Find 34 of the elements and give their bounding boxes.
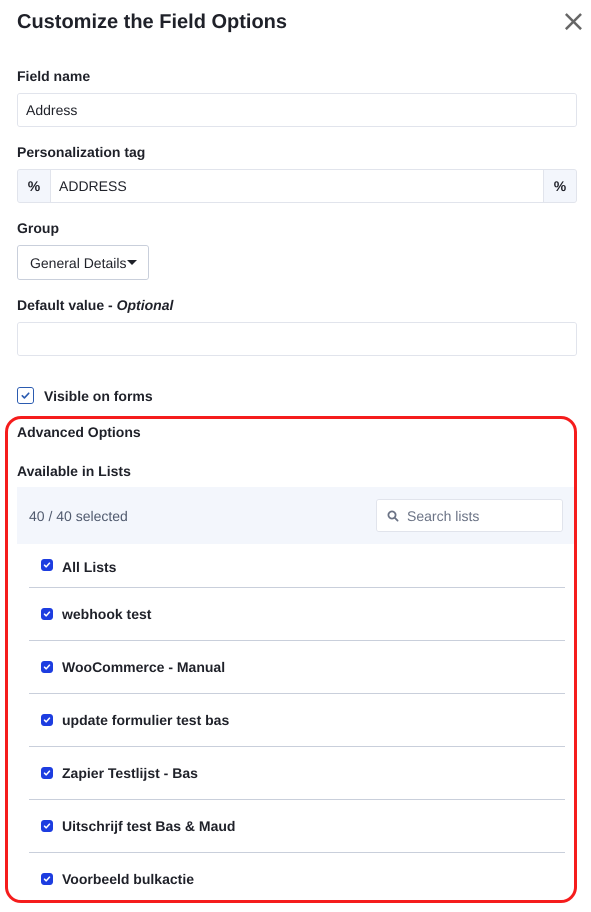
checkbox[interactable] bbox=[41, 873, 53, 885]
checkbox[interactable] bbox=[41, 767, 53, 779]
section-title: Advanced Options bbox=[17, 424, 142, 440]
checkbox[interactable] bbox=[41, 714, 53, 726]
selected-count: 40 / 40 selected bbox=[29, 508, 128, 524]
checkbox[interactable] bbox=[41, 559, 53, 571]
field-label: Default value - Optional bbox=[17, 297, 174, 313]
list-name: Uitschrijf test Bas & Maud bbox=[62, 818, 236, 834]
list-name: webhook test bbox=[62, 606, 152, 622]
section-subtitle: Available in Lists bbox=[17, 463, 132, 479]
list-name: update formulier test bas bbox=[62, 712, 230, 728]
dialog-title: Customize the Field Options bbox=[17, 10, 288, 34]
tag-suffix: % bbox=[543, 169, 577, 203]
list-name: Zapier Testlijst - Bas bbox=[62, 765, 198, 781]
field-label: Group bbox=[17, 220, 60, 236]
check-icon bbox=[20, 390, 31, 401]
personalization-tag-input[interactable]: ADDRESS bbox=[51, 169, 543, 203]
field-label: Field name bbox=[17, 68, 92, 84]
checkbox[interactable] bbox=[17, 387, 34, 404]
group-dropdown[interactable]: General Details bbox=[17, 245, 148, 280]
field-name-input[interactable]: Address bbox=[17, 93, 577, 127]
tag-prefix: % bbox=[17, 169, 51, 203]
close-button[interactable]: × bbox=[560, 7, 586, 37]
checkbox-label: Visible on forms bbox=[44, 388, 153, 404]
checkbox[interactable] bbox=[41, 661, 53, 673]
checkbox[interactable] bbox=[41, 608, 53, 620]
caret-icon bbox=[126, 260, 136, 265]
field-label: Personalization tag bbox=[17, 144, 146, 160]
list-name: WooCommerce - Manual bbox=[62, 659, 226, 675]
search-field[interactable]: Search lists bbox=[376, 499, 563, 532]
list-name: Voorbeeld bulkactie bbox=[62, 871, 194, 887]
list-name: All Lists bbox=[62, 559, 116, 575]
checkbox[interactable] bbox=[41, 820, 53, 832]
default-value-input[interactable] bbox=[17, 322, 577, 356]
